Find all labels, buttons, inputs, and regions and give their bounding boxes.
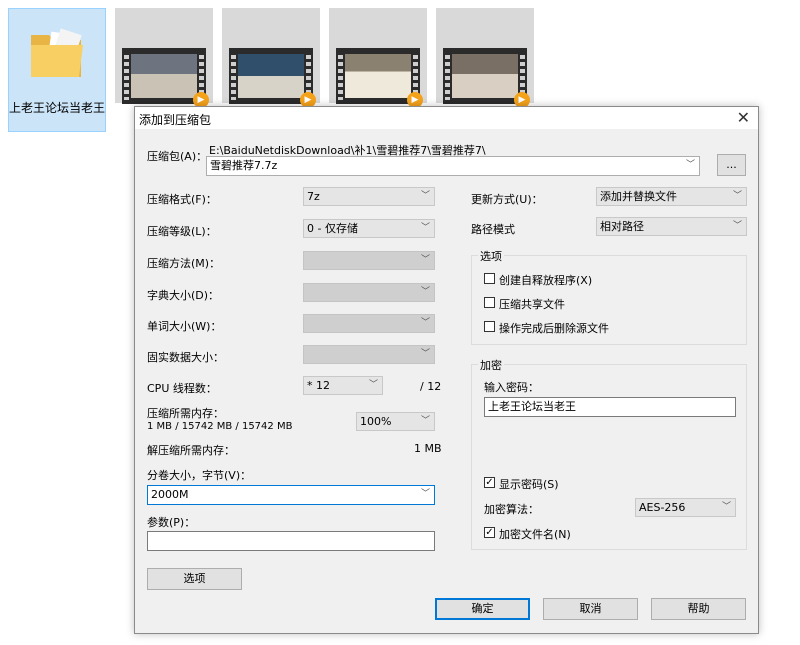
- chevron-down-icon: ﹀: [368, 380, 378, 390]
- archive-name-combo[interactable]: 雪碧推荐7.7z ﹀: [206, 156, 700, 176]
- mem-compress-value: 1 MB / 15742 MB / 15742 MB: [147, 421, 293, 432]
- video-thumbnail-1[interactable]: ▶: [115, 8, 213, 108]
- ok-button[interactable]: 确定: [435, 598, 530, 620]
- checkbox-icon: [484, 273, 495, 284]
- archive-name-value: 雪碧推荐7.7z: [210, 159, 278, 172]
- format-combo[interactable]: 7z ﹀: [303, 187, 435, 206]
- path-value: 相对路径: [600, 220, 644, 233]
- checkbox-checked-icon: ✓: [484, 477, 495, 488]
- options-group-title: 选项: [478, 248, 504, 264]
- solid-label: 固实数据大小：: [147, 351, 224, 364]
- volume-value: 2000M: [151, 488, 189, 501]
- params-label: 参数(P)：: [147, 516, 196, 529]
- show-password-label: 显示密码(S): [499, 478, 559, 491]
- film-strip: ▶: [229, 48, 316, 108]
- word-label: 单词大小(W)：: [147, 320, 222, 333]
- add-to-archive-dialog: 添加到压缩包 ✕ 压缩包(A)： E:\BaiduNetdiskDownload…: [134, 106, 759, 634]
- password-label: 输入密码：: [484, 381, 539, 394]
- chevron-down-icon: ﹀: [420, 223, 430, 233]
- mem-decompress-value: 1 MB: [414, 442, 442, 455]
- password-input[interactable]: 上老王论坛当老王: [484, 397, 736, 417]
- update-label: 更新方式(U)：: [471, 193, 543, 206]
- checkbox-checked-icon: ✓: [484, 527, 495, 538]
- chevron-down-icon: ﹀: [420, 318, 430, 328]
- archive-label: 压缩包(A)：: [147, 150, 208, 163]
- shared-files-label: 压缩共享文件: [499, 298, 565, 311]
- chevron-down-icon: ﹀: [420, 255, 430, 265]
- algo-combo[interactable]: AES-256 ﹀: [635, 498, 736, 517]
- help-button[interactable]: 帮助: [651, 598, 746, 620]
- volume-label: 分卷大小，字节(V)：: [147, 469, 252, 482]
- mem-percent-value: 100%: [360, 415, 392, 428]
- update-combo[interactable]: 添加并替换文件 ﹀: [596, 187, 747, 206]
- cancel-button[interactable]: 取消: [543, 598, 638, 620]
- film-strip: ▶: [122, 48, 209, 108]
- format-value: 7z: [307, 190, 320, 203]
- level-label: 压缩等级(L)：: [147, 225, 217, 238]
- chevron-down-icon: ﹀: [732, 191, 742, 201]
- delete-source-label: 操作完成后删除源文件: [499, 322, 609, 335]
- solid-combo[interactable]: ﹀: [303, 345, 435, 364]
- method-combo[interactable]: ﹀: [303, 251, 435, 270]
- mem-percent-combo[interactable]: 100% ﹀: [356, 412, 435, 431]
- cpu-total: / 12: [420, 380, 442, 393]
- options-button[interactable]: 选项: [147, 568, 242, 590]
- chevron-down-icon: ﹀: [420, 191, 430, 201]
- folder-icon: [31, 28, 83, 77]
- cpu-label: CPU 线程数：: [147, 382, 217, 395]
- film-strip: ▶: [443, 48, 530, 108]
- path-label: 路径模式: [471, 223, 515, 236]
- folder-label: 上老王论坛当老王: [9, 101, 106, 115]
- encryption-group-title: 加密: [478, 357, 504, 373]
- params-input[interactable]: [147, 531, 435, 551]
- close-icon[interactable]: ✕: [737, 108, 750, 127]
- method-label: 压缩方法(M)：: [147, 257, 221, 270]
- level-value: 0 - 仅存储: [307, 222, 358, 235]
- encryption-group: 加密 输入密码： 上老王论坛当老王 ✓ 显示密码(S) 加密算法： AES-25…: [471, 357, 747, 550]
- algo-label: 加密算法：: [484, 503, 539, 516]
- chevron-down-icon: ﹀: [420, 416, 430, 426]
- update-value: 添加并替换文件: [600, 190, 677, 203]
- sfx-label: 创建自释放程序(X): [499, 274, 593, 287]
- video-thumbnail-4[interactable]: ▶: [436, 8, 534, 108]
- video-thumbnail-2[interactable]: ▶: [222, 8, 320, 108]
- mem-compress-label: 压缩所需内存：: [147, 407, 224, 420]
- checkbox-icon: [484, 321, 495, 332]
- browse-button[interactable]: ...: [717, 154, 746, 176]
- cpu-value: * 12: [307, 379, 330, 392]
- level-combo[interactable]: 0 - 仅存储 ﹀: [303, 219, 435, 238]
- chevron-down-icon: ﹀: [420, 287, 430, 297]
- chevron-down-icon: ﹀: [685, 160, 695, 170]
- cpu-combo[interactable]: * 12 ﹀: [303, 376, 383, 395]
- chevron-down-icon: ﹀: [420, 349, 430, 359]
- desktop-folder-icon[interactable]: 上老王论坛当老王: [8, 8, 106, 132]
- path-combo[interactable]: 相对路径 ﹀: [596, 217, 747, 236]
- word-combo[interactable]: ﹀: [303, 314, 435, 333]
- volume-combo[interactable]: 2000M ﹀: [147, 485, 435, 505]
- dict-label: 字典大小(D)：: [147, 289, 220, 302]
- chevron-down-icon: ﹀: [732, 221, 742, 231]
- dict-combo[interactable]: ﹀: [303, 283, 435, 302]
- video-thumbnail-3[interactable]: ▶: [329, 8, 427, 108]
- algo-value: AES-256: [639, 501, 686, 514]
- mem-decompress-label: 解压缩所需内存：: [147, 444, 235, 457]
- encrypt-names-label: 加密文件名(N): [499, 528, 571, 541]
- chevron-down-icon: ﹀: [721, 502, 731, 512]
- chevron-down-icon: ﹀: [420, 489, 430, 499]
- title-bar: 添加到压缩包 ✕: [135, 107, 758, 129]
- checkbox-icon: [484, 297, 495, 308]
- options-group: 选项 创建自释放程序(X) 压缩共享文件 操作完成后删除源文件: [471, 248, 747, 345]
- film-strip: ▶: [336, 48, 423, 108]
- dialog-title: 添加到压缩包: [139, 113, 212, 127]
- format-label: 压缩格式(F)：: [147, 193, 217, 206]
